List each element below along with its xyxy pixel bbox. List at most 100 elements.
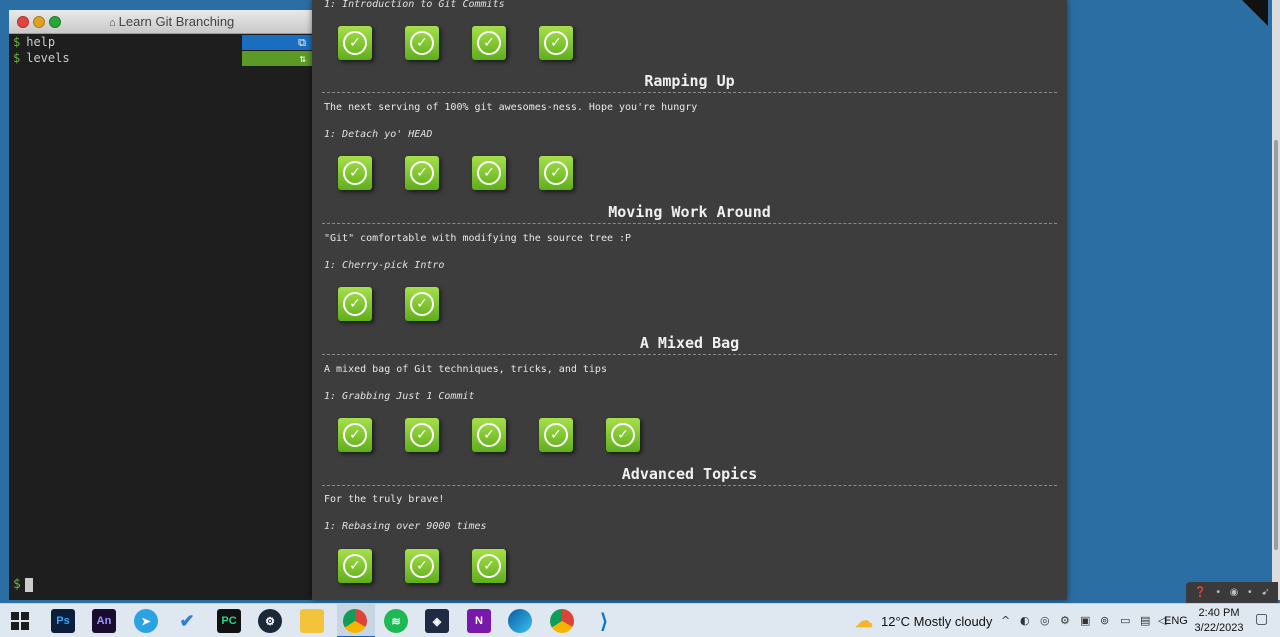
level-complete-button[interactable]: ✓ xyxy=(606,418,640,452)
sequence-title: Advanced Topics xyxy=(322,465,1057,486)
photoshop-icon[interactable]: Ps xyxy=(51,609,75,633)
weather-icon[interactable]: ☁ xyxy=(852,609,876,633)
level-complete-button[interactable]: ✓ xyxy=(405,26,439,60)
checkmark-icon: ✓ xyxy=(544,31,568,55)
checkmark-icon: ✓ xyxy=(544,161,568,185)
home-icon: ⌂ xyxy=(109,17,116,29)
level-complete-button[interactable]: ✓ xyxy=(405,156,439,190)
separator: • xyxy=(1215,587,1222,598)
command-status-icon: ⧉ xyxy=(242,35,312,50)
terminal-line: $ help xyxy=(13,35,56,49)
close-window-button[interactable] xyxy=(17,16,29,28)
sequence-title: Moving Work Around xyxy=(322,203,1057,224)
windows-start-icon[interactable] xyxy=(8,609,32,633)
level-complete-button[interactable]: ✓ xyxy=(472,26,506,60)
todo-icon[interactable]: ✔ xyxy=(175,609,199,633)
level-complete-button[interactable]: ✓ xyxy=(338,418,372,452)
sequence-subtitle: 1: Rebasing over 9000 times xyxy=(324,521,487,532)
sequence-subtitle: 1: Grabbing Just 1 Commit xyxy=(324,391,475,402)
command-text: help xyxy=(26,35,56,49)
animate-icon[interactable]: An xyxy=(92,609,116,633)
clock-time[interactable]: 2:40 PM xyxy=(1197,607,1241,619)
minimize-window-button[interactable] xyxy=(33,16,45,28)
checkmark-icon: ✓ xyxy=(343,292,367,316)
steam-icon[interactable]: ⚙ xyxy=(258,609,282,633)
level-complete-button[interactable]: ✓ xyxy=(338,287,372,321)
checkmark-icon: ✓ xyxy=(410,554,434,578)
sequence-subtitle: 1: Detach yo' HEAD xyxy=(324,129,433,140)
level-complete-button[interactable]: ✓ xyxy=(539,156,573,190)
onenote-tray-icon[interactable]: ▣ xyxy=(1080,614,1090,627)
weather-text[interactable]: 12°C Mostly cloudy xyxy=(881,614,992,629)
level-complete-button[interactable]: ✓ xyxy=(405,418,439,452)
checkmark-icon: ✓ xyxy=(477,31,501,55)
globe-icon[interactable]: ◉ xyxy=(1230,587,1239,598)
share-toolbar: ❓ • ◉ • ➹ xyxy=(1186,582,1278,603)
file-explorer-icon[interactable] xyxy=(300,609,324,633)
corner-fork-ribbon[interactable] xyxy=(1242,0,1268,26)
battery-icon[interactable]: ▭ xyxy=(1120,614,1130,627)
tray-app-icon[interactable]: ◎ xyxy=(1040,614,1050,627)
checkmark-icon: ✓ xyxy=(410,292,434,316)
network-icon[interactable]: ▤ xyxy=(1140,614,1150,627)
level-complete-button[interactable]: ✓ xyxy=(539,26,573,60)
sequence-description: For the truly brave! xyxy=(324,494,445,505)
checkmark-icon: ✓ xyxy=(544,423,568,447)
checkmark-icon: ✓ xyxy=(343,423,367,447)
sequence-title: Ramping Up xyxy=(322,72,1057,93)
scrollbar-thumb[interactable] xyxy=(1274,140,1278,550)
checkmark-icon: ✓ xyxy=(477,423,501,447)
sequence-subtitle: 1: Cherry-pick Intro xyxy=(324,260,445,271)
levels-dialog: 1: Introduction to Git Commits ✓ ✓ ✓ ✓ Ramp… xyxy=(312,0,1067,600)
page-scrollbar[interactable] xyxy=(1272,0,1280,600)
command-refresh-icon: ⇅ xyxy=(242,51,312,66)
windows-taskbar: Ps An ➤ ✔ PC ⚙ ≋ ◈ N ⟩ ☁ 12°C Mostly clo… xyxy=(0,603,1280,637)
level-complete-button[interactable]: ✓ xyxy=(338,156,372,190)
checkmark-icon: ✓ xyxy=(343,161,367,185)
command-text: levels xyxy=(26,51,70,65)
discord-icon[interactable]: ◐ xyxy=(1020,614,1030,627)
tray-app-icon[interactable]: ⊚ xyxy=(1100,614,1109,627)
sequence-description: "Git" comfortable with modifying the sou… xyxy=(324,233,632,244)
checkmark-icon: ✓ xyxy=(477,554,501,578)
terminal-window: ⌂ Learn Git Branching $ help $ levels ⧉ ⇅ $ xyxy=(9,10,312,600)
level-complete-button[interactable]: ✓ xyxy=(405,549,439,583)
terminal-line: $ levels xyxy=(13,51,70,65)
checkmark-icon: ✓ xyxy=(410,31,434,55)
level-complete-button[interactable]: ✓ xyxy=(338,549,372,583)
vscode-icon[interactable]: ⟩ xyxy=(592,609,616,633)
sequence-description: The next serving of 100% git awesomes-ne… xyxy=(324,102,698,113)
command-prompt[interactable]: $ xyxy=(13,577,33,592)
checkmark-icon: ✓ xyxy=(343,554,367,578)
chevron-up-icon[interactable]: ^ xyxy=(1001,614,1010,627)
spotify-icon[interactable]: ≋ xyxy=(384,609,408,633)
clock-date[interactable]: 3/22/2023 xyxy=(1192,622,1246,634)
text-cursor xyxy=(24,577,33,592)
level-complete-button[interactable]: ✓ xyxy=(472,549,506,583)
separator: • xyxy=(1246,587,1253,598)
onenote-icon[interactable]: N xyxy=(467,609,491,633)
terminal-title: ⌂ Learn Git Branching xyxy=(109,14,234,29)
telegram-icon[interactable]: ➤ xyxy=(134,609,158,633)
sequence-title: A Mixed Bag xyxy=(322,334,1057,355)
checkmark-icon: ✓ xyxy=(477,161,501,185)
edge-icon[interactable] xyxy=(508,609,532,633)
devtool-icon[interactable]: ◈ xyxy=(425,609,449,633)
help-icon[interactable]: ❓ xyxy=(1194,587,1206,598)
steam-tray-icon[interactable]: ⚙ xyxy=(1060,614,1070,627)
notifications-icon[interactable]: ▢ xyxy=(1255,611,1268,627)
language-indicator[interactable]: ENG xyxy=(1164,615,1188,627)
checkmark-icon: ✓ xyxy=(410,161,434,185)
level-complete-button[interactable]: ✓ xyxy=(472,418,506,452)
terminal-title-text: Learn Git Branching xyxy=(118,14,235,29)
pycharm-icon[interactable]: PC xyxy=(217,609,241,633)
level-complete-button[interactable]: ✓ xyxy=(472,156,506,190)
level-complete-button[interactable]: ✓ xyxy=(338,26,372,60)
level-complete-button[interactable]: ✓ xyxy=(405,287,439,321)
twitter-icon[interactable]: ➹ xyxy=(1261,587,1269,598)
level-complete-button[interactable]: ✓ xyxy=(539,418,573,452)
chrome-profile-icon[interactable] xyxy=(550,609,574,633)
maximize-window-button[interactable] xyxy=(49,16,61,28)
checkmark-icon: ✓ xyxy=(611,423,635,447)
chrome-icon[interactable] xyxy=(343,609,367,633)
